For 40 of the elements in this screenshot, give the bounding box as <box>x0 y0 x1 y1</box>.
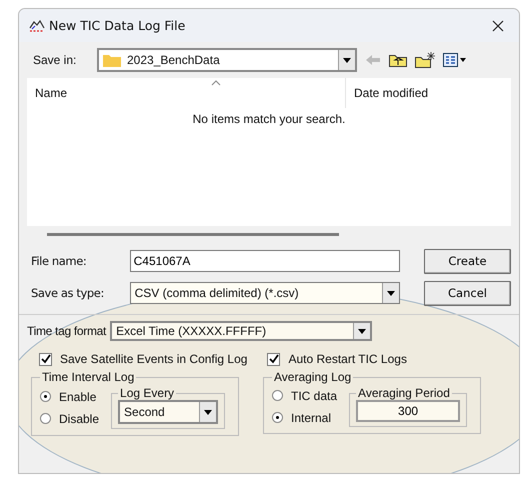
dropdown-arrow-icon <box>387 290 395 296</box>
file-name-field[interactable]: C451067A <box>130 250 400 272</box>
log-every-dropdown[interactable]: Second <box>118 400 218 424</box>
dropdown-arrow-icon <box>204 410 212 414</box>
file-name-label: File name: <box>30 254 88 268</box>
checkmark-icon <box>40 354 50 364</box>
app-icon <box>29 18 45 32</box>
close-icon <box>492 20 504 32</box>
save-in-dropdown[interactable]: 2023_BenchData <box>97 48 357 72</box>
time-tag-format-dropdown[interactable]: Excel Time (XXXXX.FFFFF) <box>110 321 372 341</box>
save-in-label: Save in: <box>32 53 78 67</box>
source-radio[interactable]: Internal <box>272 410 338 424</box>
group-title: Log Every <box>119 386 176 400</box>
time-tag-format-label: Time tag format <box>27 324 106 338</box>
folder-icon <box>103 53 121 67</box>
up-folder-icon[interactable] <box>389 53 407 67</box>
group-title: Averaging Log <box>273 370 352 384</box>
save-as-type-dropdown[interactable]: CSV (comma delimited) (*.csv) <box>130 282 400 304</box>
averaging-period-field[interactable]: 300 <box>356 400 460 422</box>
group-title: Time Interval Log <box>41 370 136 384</box>
checkmark-icon <box>268 354 279 364</box>
mode-radio[interactable]: Disable <box>40 412 100 426</box>
date-column-header[interactable]: Date modified <box>345 78 428 108</box>
group-title: Averaging Period <box>357 386 451 400</box>
mode-radio[interactable]: Enable <box>40 390 100 404</box>
save-as-type-label: Save as type: <box>30 286 105 300</box>
window-title: New TIC Data Log File <box>49 18 186 33</box>
sort-caret-icon <box>211 80 221 86</box>
dropdown-arrow-icon <box>358 328 366 334</box>
view-menu-icon[interactable] <box>443 53 467 67</box>
new-folder-icon[interactable] <box>415 52 435 68</box>
create-button[interactable]: Create <box>424 248 511 274</box>
option-checkbox[interactable]: Save Satellite Events in Config Log <box>39 352 248 366</box>
dropdown-arrow-icon <box>343 58 351 62</box>
empty-message: No items match your search. <box>192 112 346 126</box>
source-radio[interactable]: TIC data <box>272 388 338 402</box>
horizontal-scrollbar[interactable] <box>47 233 339 236</box>
name-column-header[interactable]: Name <box>27 86 345 100</box>
option-checkbox[interactable]: Auto Restart TIC Logs <box>267 352 407 366</box>
cancel-button[interactable]: Cancel <box>424 280 511 306</box>
